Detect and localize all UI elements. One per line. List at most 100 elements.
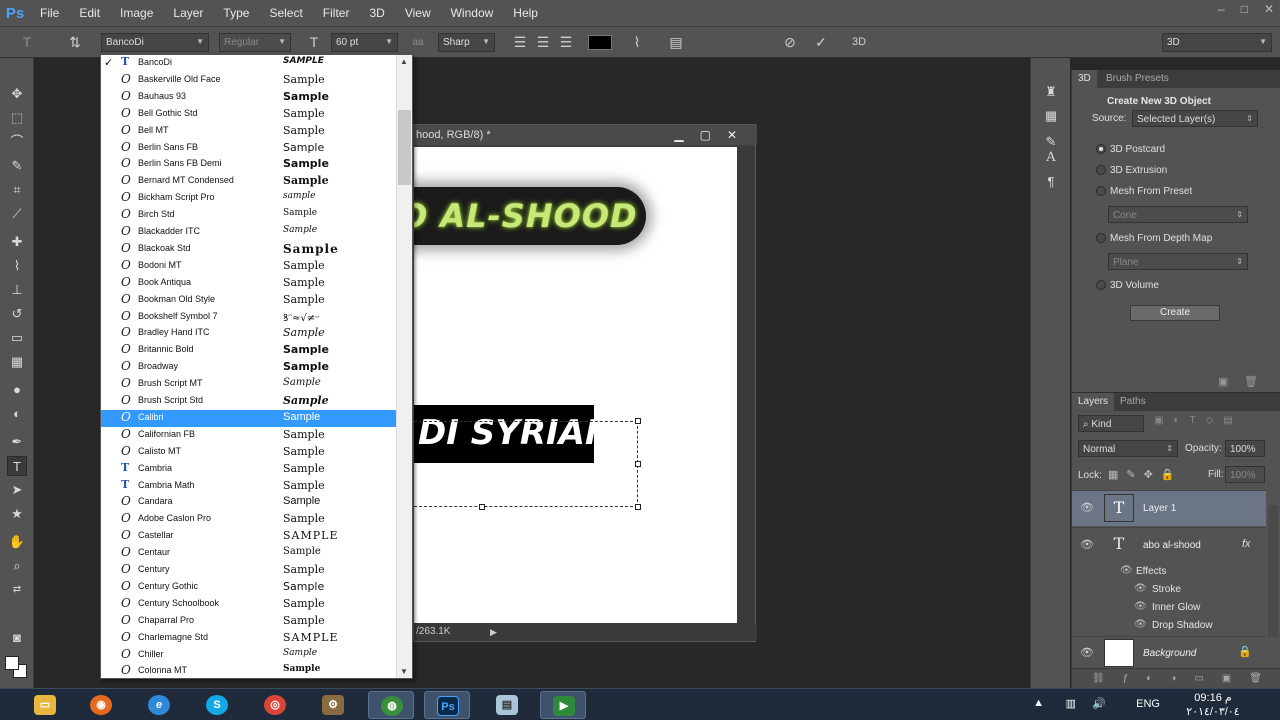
font-list-item[interactable]: O Baskerville Old Face Sample [101,72,397,89]
show-hidden-icons[interactable]: ▲ [1033,697,1044,709]
history-brush-tool-icon[interactable]: ↺ [7,304,27,324]
font-list-item[interactable]: O Century Schoolbook Sample [101,596,397,613]
layer-name[interactable]: Background [1143,648,1196,659]
taskbar-media-app[interactable]: ▶ [540,691,586,719]
transform-handle[interactable] [635,504,641,510]
quick-mask-icon[interactable]: ◙ [7,628,27,648]
menu-file[interactable]: File [30,0,69,26]
font-size-select[interactable]: 60 pt ▼ [331,33,398,52]
font-list-item[interactable]: O Berlin Sans FB Sample [101,140,397,157]
eye-icon[interactable]: 👁 [1080,538,1094,551]
eye-icon[interactable]: 👁 [1134,619,1147,630]
effect-row-stroke[interactable]: 👁 Stroke [1072,581,1266,599]
fill-field[interactable]: 100% [1225,466,1265,483]
character-panel-icon[interactable]: ▤ [666,33,686,52]
menu-3d[interactable]: 3D [359,0,394,26]
close-button[interactable]: ✕ [1264,2,1274,16]
commit-edits-icon[interactable]: ✓ [811,33,831,52]
font-list-item[interactable]: O Calisto MT Sample [101,444,397,461]
zoom-tool-icon[interactable]: ⌕ [7,556,27,576]
pen-tool-icon[interactable]: ✒ [7,432,27,452]
font-list-item[interactable]: O Blackadder ITC Sample [101,224,397,241]
lasso-tool-icon[interactable]: ⌒ [7,132,27,152]
blur-tool-icon[interactable]: ● [7,380,27,400]
font-list-item[interactable]: O Bradley Hand ITC Sample [101,325,397,342]
taskbar-chrome[interactable]: ◎ [252,691,298,719]
font-list-item[interactable]: O Adobe Caslon Pro Sample [101,511,397,528]
depth-map-select[interactable]: Plane ⇕ [1108,253,1248,270]
photoshop-logo[interactable]: Ps [0,0,30,26]
radio-3d-postcard[interactable] [1096,144,1106,154]
path-selection-tool-icon[interactable]: ➤ [7,480,27,500]
font-list-item[interactable]: O Charlemagne Std SAMPLE [101,630,397,647]
effect-row-inner-glow[interactable]: 👁 Inner Glow [1072,599,1266,617]
eye-icon[interactable]: 👁 [1120,565,1133,576]
taskbar-photoshop[interactable]: Ps [424,691,470,719]
volume-icon[interactable]: 🔊 [1092,697,1106,710]
font-list-item[interactable]: O Berlin Sans FB Demi Sample [101,156,397,173]
quick-selection-tool-icon[interactable]: ✎ [7,156,27,176]
font-list-item[interactable]: O Chiller Sample [101,647,397,664]
font-list-item[interactable]: O Californian FB Sample [101,427,397,444]
font-list-item[interactable]: O Bookman Old Style Sample [101,292,397,309]
taskbar-skype[interactable]: S [194,691,240,719]
tab-paths[interactable]: Paths [1114,393,1152,411]
layer-footer-icons[interactable]: ⛓ƒ◐◑▭▣🗑 [1092,673,1280,684]
font-family-dropdown-list[interactable]: ✓ T BancoDi SAMPLE O Baskerville Old Face Samp… [100,54,413,679]
lock-icons[interactable]: ▦✎✥🔒 [1108,468,1183,481]
font-list-item[interactable]: O Colonna MT Sample [101,663,397,678]
clock-date[interactable]: ٢٠١٤/٠٣/٠٤ [1178,705,1248,718]
font-list-item[interactable]: O Chaparral Pro Sample [101,613,397,630]
crop-tool-icon[interactable]: ⌗ [7,180,27,200]
layer-filter-kind-select[interactable]: ⌕ Kind [1078,415,1144,432]
menu-window[interactable]: Window [441,0,504,26]
menu-type[interactable]: Type [213,0,259,26]
font-list-item[interactable]: T Cambria Sample [101,461,397,478]
font-list-scrollbar[interactable]: ▲ ▼ [396,55,412,678]
menu-help[interactable]: Help [503,0,548,26]
scroll-down-icon[interactable]: ▼ [400,667,408,676]
trash-icon[interactable]: 🗑 [1244,375,1258,388]
font-list-item[interactable]: O Brush Script MT Sample [101,376,397,393]
layer-name[interactable]: abo al-shood [1143,540,1201,551]
layer-row-background[interactable]: 👁 Background 🔒 [1072,636,1266,668]
font-list-item[interactable]: O Bookshelf Symbol 7 ꝸᵔ≈√≠ᵕ [101,309,397,326]
font-list-item[interactable]: O Castellar SAMPLE [101,528,397,545]
menu-view[interactable]: View [395,0,441,26]
swap-colors-icon[interactable]: ⇄ [7,580,27,600]
document-scrollbar[interactable] [737,147,755,625]
font-list-item[interactable]: O Bell Gothic Std Sample [101,106,397,123]
font-list-item[interactable]: O Bickham Script Pro sample [101,190,397,207]
move-tool-icon[interactable]: ✥ [7,84,27,104]
foreground-color-swatch[interactable] [5,656,19,670]
menu-select[interactable]: Select [259,0,312,26]
type-tool-icon[interactable]: T [7,456,27,476]
font-list-item[interactable]: O Broadway Sample [101,359,397,376]
font-style-select[interactable]: Regular ▼ [219,33,291,52]
text-bounding-box[interactable] [414,418,641,510]
character-panel-icon[interactable]: A [1041,148,1061,168]
network-icon[interactable]: ▥ [1066,697,1076,710]
tab-3d[interactable]: 3D [1072,70,1097,88]
text-orientation-icon[interactable]: ⇅ [64,33,86,52]
taskbar-app[interactable]: ⚙ [310,691,356,719]
font-list-item[interactable]: O Centaur Sample [101,545,397,562]
fx-icon[interactable]: fx [1242,538,1251,550]
font-list-item[interactable]: ✓ T BancoDi SAMPLE [101,55,397,72]
effect-row-drop-shadow[interactable]: 👁 Drop Shadow [1072,617,1266,635]
status-menu-arrow-icon[interactable]: ▶ [490,623,497,641]
healing-brush-tool-icon[interactable]: ✚ [7,232,27,252]
input-language[interactable]: ENG [1136,698,1160,710]
taskbar-file-explorer[interactable]: ▭ [22,691,68,719]
font-list-item[interactable]: O Century Gothic Sample [101,579,397,596]
radio-mesh-from-preset[interactable] [1096,186,1106,196]
scroll-up-icon[interactable]: ▲ [400,57,408,66]
font-list-item[interactable]: O Bell MT Sample [101,123,397,140]
layer-name[interactable]: Layer 1 [1143,503,1176,514]
eyedropper-tool-icon[interactable]: ⟋ [7,204,27,224]
align-center-icon[interactable]: ☰ [533,33,553,52]
menu-layer[interactable]: Layer [163,0,213,26]
font-list-item[interactable]: O Brush Script Std Sample [101,393,397,410]
document-canvas[interactable]: O AL-SHOOD DI SYRIAN [414,147,738,625]
scroll-thumb[interactable] [398,110,411,185]
